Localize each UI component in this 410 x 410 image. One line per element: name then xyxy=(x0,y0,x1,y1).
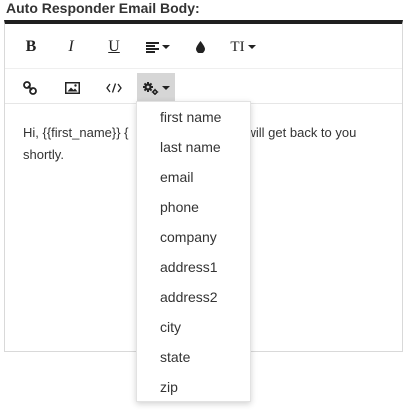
menu-item-zip[interactable]: zip xyxy=(137,372,250,402)
link-icon xyxy=(23,81,37,95)
chevron-down-icon xyxy=(247,45,256,49)
italic-icon: I xyxy=(68,38,74,55)
text-color-button[interactable] xyxy=(183,32,217,62)
underline-button[interactable]: U xyxy=(97,32,131,62)
align-icon xyxy=(146,41,159,53)
image-icon xyxy=(64,82,80,94)
underline-icon: U xyxy=(108,38,120,55)
field-label: Auto Responder Email Body: xyxy=(6,0,200,16)
chevron-down-icon xyxy=(162,45,170,49)
insert-image-button[interactable] xyxy=(55,73,89,103)
code-icon xyxy=(106,83,122,93)
menu-item-company[interactable]: company xyxy=(137,222,250,252)
code-view-button[interactable] xyxy=(97,73,131,103)
text-size-icon: TI xyxy=(230,38,245,55)
body-text-start: Hi, {{first_name}} { xyxy=(23,125,129,140)
settings-icon xyxy=(142,81,159,95)
body-text-end: will get back to you xyxy=(246,125,357,140)
menu-item-phone[interactable]: phone xyxy=(137,192,250,222)
menu-item-email[interactable]: email xyxy=(137,162,250,192)
editor-toolbar: B I U TI xyxy=(5,24,402,104)
merge-fields-dropdown-button[interactable] xyxy=(137,73,175,103)
align-dropdown-button[interactable] xyxy=(138,32,178,62)
menu-item-address1[interactable]: address1 xyxy=(137,252,250,282)
toolbar-row-formatting: B I U TI xyxy=(5,28,402,64)
menu-item-last-name[interactable]: last name xyxy=(137,132,250,162)
color-drop-icon xyxy=(195,41,205,53)
merge-fields-menu: first name last name email phone company… xyxy=(136,101,251,402)
chevron-down-icon xyxy=(161,86,170,90)
insert-link-button[interactable] xyxy=(13,73,47,103)
menu-item-address2[interactable]: address2 xyxy=(137,282,250,312)
menu-item-city[interactable]: city xyxy=(137,312,250,342)
text-size-dropdown-button[interactable]: TI xyxy=(223,32,263,62)
menu-item-state[interactable]: state xyxy=(137,342,250,372)
italic-button[interactable]: I xyxy=(54,32,88,62)
bold-icon: B xyxy=(25,38,37,55)
menu-item-first-name[interactable]: first name xyxy=(137,102,250,132)
toolbar-row-insert xyxy=(5,68,402,105)
bold-button[interactable]: B xyxy=(14,32,48,62)
